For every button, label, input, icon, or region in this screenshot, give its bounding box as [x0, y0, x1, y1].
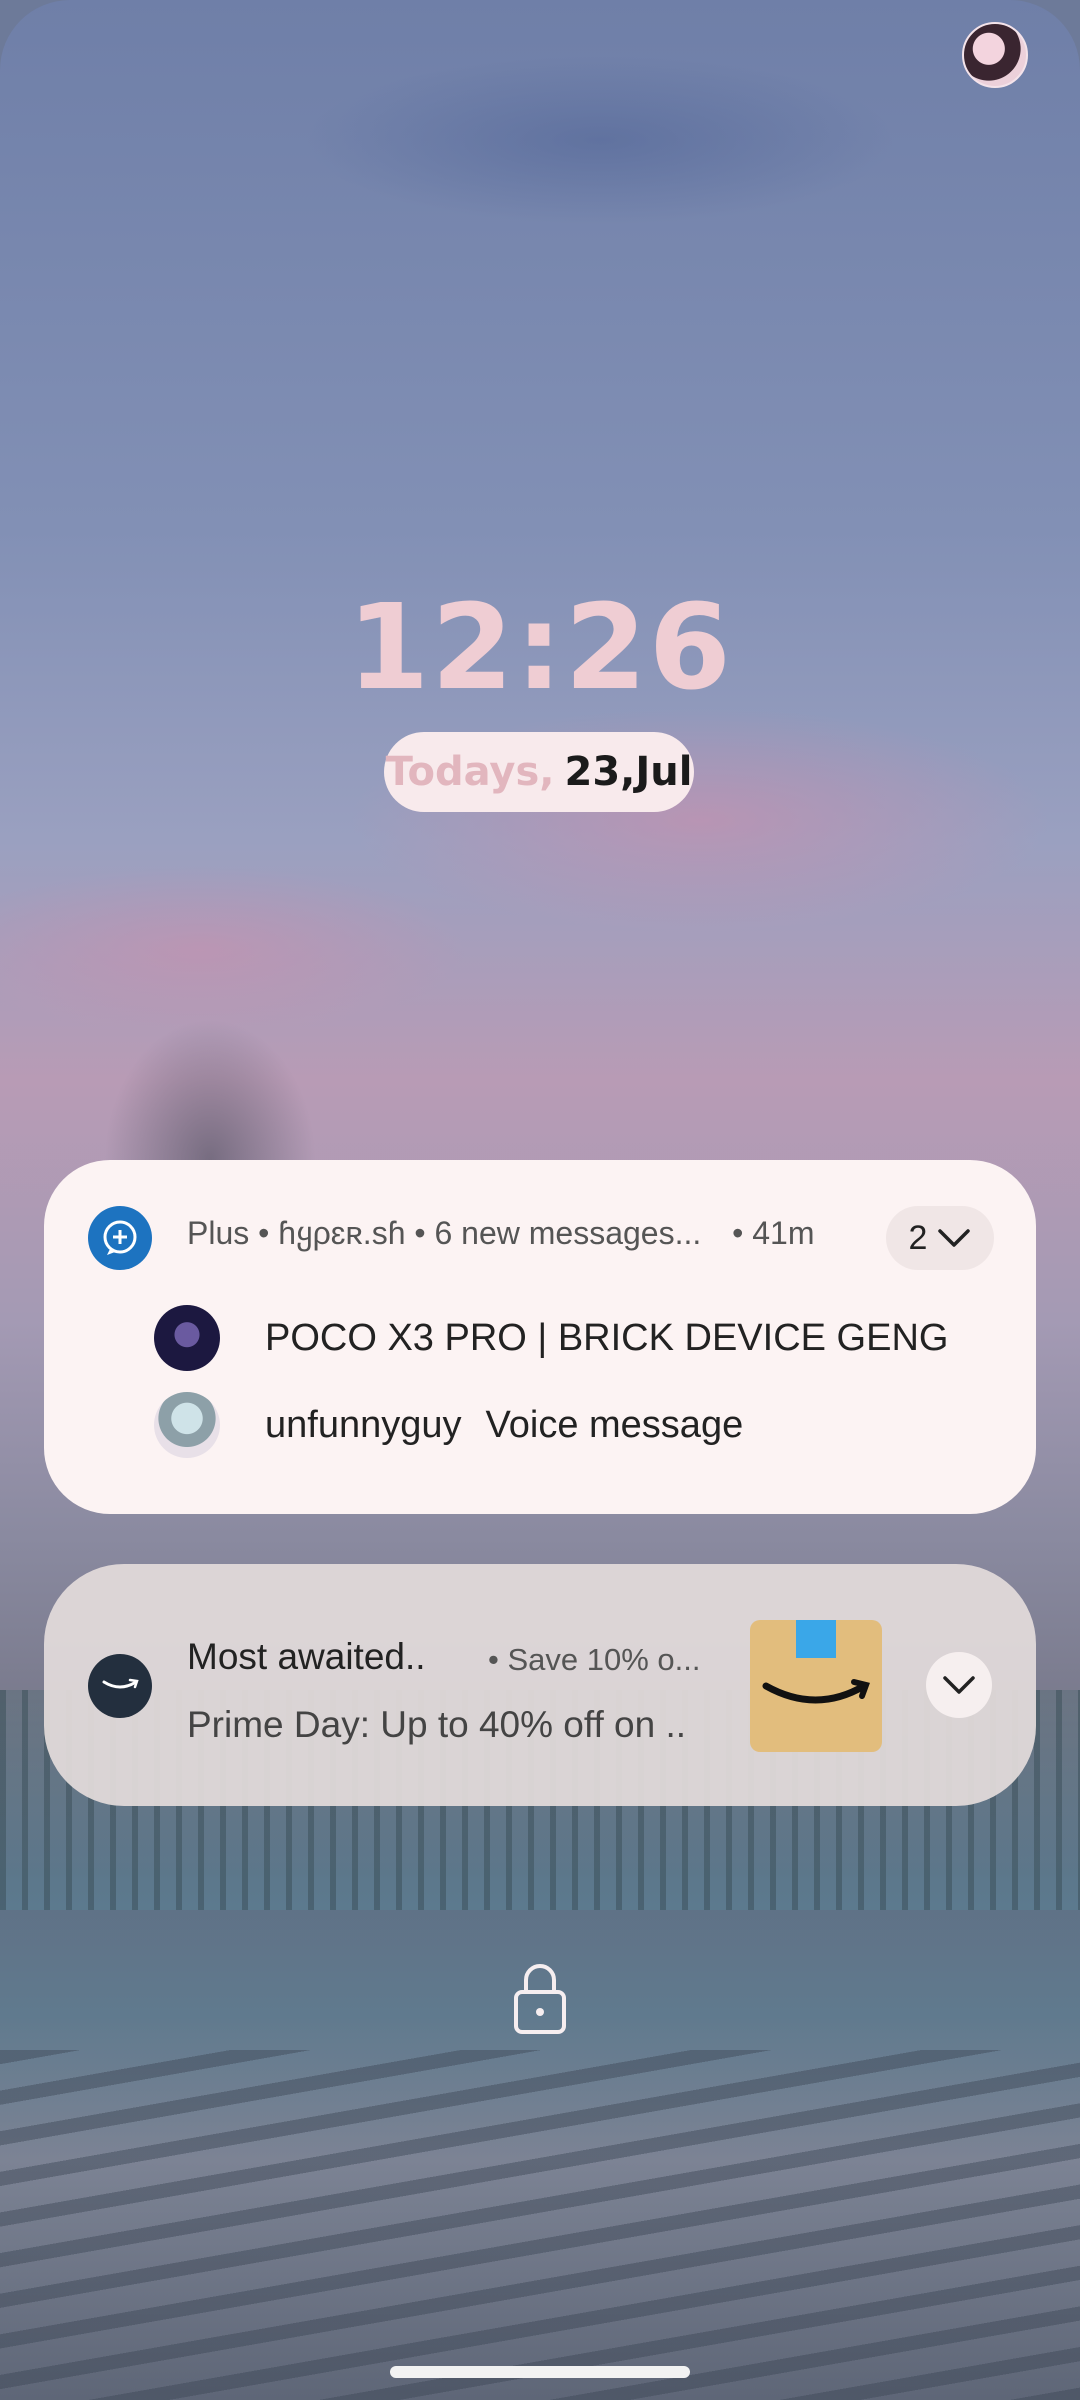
notification-body: Prime Day: Up to 40% off on .. [187, 1704, 687, 1745]
message-row[interactable]: POCO X3 PRO | BRICK DEVICE GENG [154, 1305, 948, 1371]
message-row[interactable]: unfunnyguy Voice message [154, 1392, 743, 1458]
lockscreen-clock: 12:26 [347, 578, 733, 716]
message-text: POCO X3 PRO | BRICK DEVICE GENG [265, 1316, 949, 1359]
notification-title: Most awaited.. [187, 1636, 426, 1677]
amazon-notification[interactable]: Most awaited.. • Save 10% o... Prime Day… [44, 1564, 1036, 1806]
date-pill: Todays, 23,Jul [384, 732, 694, 812]
sender-avatar [154, 1392, 220, 1458]
user-avatar[interactable] [962, 22, 1028, 88]
notification-meta: • Save 10% o... [488, 1642, 701, 1677]
expand-group-button[interactable]: 2 [886, 1206, 994, 1270]
message-sender: unfunnyguy [265, 1403, 462, 1446]
chevron-down-icon [938, 1229, 971, 1247]
telegram-notification[interactable]: Plus • ɦყρɛʀ.sɦ • 6 new messages... • 41… [44, 1160, 1036, 1514]
amazon-icon [88, 1654, 152, 1718]
date-prefix: Todays, [385, 749, 555, 795]
date-value: 23,Jul [564, 749, 693, 795]
message-content: unfunnyguy Voice message [265, 1404, 743, 1447]
notification-header: Plus • ɦყρɛʀ.sɦ • 6 new messages... • 41… [187, 1214, 815, 1252]
message-text: Voice message [485, 1403, 744, 1446]
lock-icon[interactable] [510, 1958, 570, 2038]
home-indicator[interactable] [390, 2366, 690, 2378]
notification-count: 2 [908, 1218, 928, 1257]
expand-button[interactable] [926, 1652, 992, 1718]
group-avatar [154, 1305, 220, 1371]
notification-time: • 41m [732, 1215, 815, 1251]
notification-summary: Plus • ɦყρɛʀ.sɦ • 6 new messages... [187, 1215, 702, 1251]
wallpaper-floor [0, 2050, 1080, 2400]
chevron-down-icon [943, 1676, 975, 1694]
amazon-box-image [750, 1620, 882, 1752]
telegram-plus-icon [88, 1206, 152, 1270]
